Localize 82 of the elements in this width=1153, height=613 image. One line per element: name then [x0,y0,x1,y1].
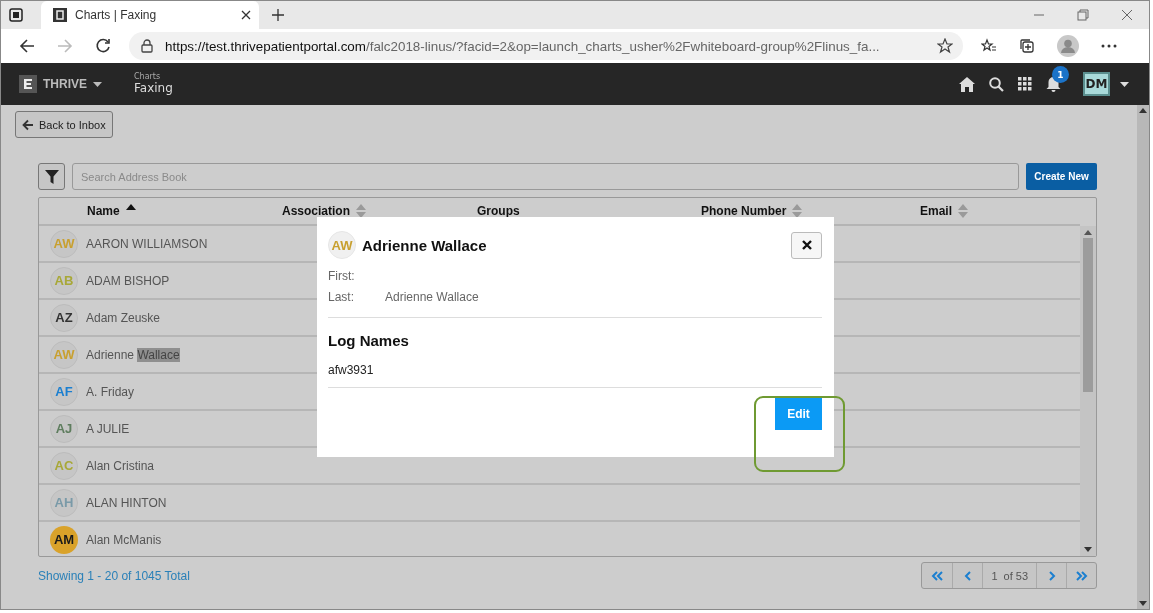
collections-icon[interactable] [1019,38,1035,54]
contact-name[interactable]: A. Friday [86,384,134,399]
create-new-button[interactable]: Create New [1026,163,1097,190]
avatar: AC [50,451,78,480]
favorite-add-icon[interactable] [937,38,953,54]
tab-actions-icon[interactable] [9,8,23,22]
contact-name[interactable]: Alan McManis [86,532,162,547]
avatar: AF [50,377,78,406]
column-header[interactable]: Email [920,204,952,218]
contact-name[interactable]: AARON WILLIAMSON [86,236,208,251]
site-logo-icon [53,8,67,22]
page-scrollbar[interactable] [1137,105,1149,609]
field-label: Last: [328,290,355,304]
avatar: AZ [50,303,78,332]
sort-icon[interactable] [792,204,803,218]
scroll-up-icon[interactable] [1139,108,1147,113]
caret-icon[interactable] [1120,81,1129,87]
table-row[interactable]: AH ALAN HINTON [39,485,1080,522]
restore-icon[interactable] [1077,9,1089,21]
search-field[interactable]: Search Address Book [72,163,1019,190]
logo-icon [19,75,37,93]
close-button[interactable] [791,231,822,259]
contact-name: Adrienne Wallace [362,236,487,254]
avatar: AW [50,340,78,369]
user-avatar[interactable]: DM [1083,72,1110,96]
edit-button[interactable]: Edit [775,398,822,430]
column-header[interactable]: Phone Number [701,204,787,218]
scroll-down-icon[interactable] [1084,547,1092,552]
avatar: AW [328,231,356,259]
scroll-up-icon[interactable] [1084,230,1092,235]
sort-icon[interactable] [356,204,366,218]
last-page-icon [1075,570,1088,581]
page-title: Faxing [134,81,173,95]
section-label: Charts [134,73,162,82]
apps-grid-icon[interactable] [1018,77,1032,91]
avatar: AB [50,266,78,295]
refresh-icon[interactable] [95,38,111,54]
scrollbar[interactable] [1080,226,1096,556]
avatar: AM [50,525,78,554]
page-count: of 53 [1003,569,1028,582]
notification-badge: 1 [1052,66,1069,83]
field-value: Adrienne Wallace [385,290,479,304]
scrollbar-thumb[interactable] [1083,238,1093,392]
column-header[interactable]: Groups [477,204,520,218]
new-tab-icon[interactable] [271,8,285,22]
avatar: AH [50,488,78,517]
home-icon[interactable] [959,76,975,92]
sort-ascending-icon[interactable] [125,204,136,210]
browser-tab[interactable]: Charts | Faxing [41,1,259,29]
back-arrow-icon [22,118,34,131]
scroll-down-icon[interactable] [1139,601,1147,606]
close-icon[interactable] [241,10,251,20]
field-label: First: [328,269,356,283]
filter-icon [44,169,59,184]
more-icon[interactable] [1101,44,1117,48]
page-number-field[interactable]: 1 [991,569,998,582]
contact-name[interactable]: ADAM BISHOP [86,273,170,288]
contact-name[interactable]: A JULIE [86,421,130,436]
filter-button[interactable] [38,163,65,190]
section-title: Log Names [328,332,410,349]
brand-menu[interactable]: THRIVE [19,75,102,93]
address-field[interactable]: https://test.thrivepatientportal.com/falc2018-linus/?facid=2&op=launch_charts_usher%2Fwhiteboard-group%2Flinus_fa... [129,32,963,60]
back-button[interactable]: Back to Inbox [15,111,113,138]
contact-name[interactable]: Adam Zeuske [86,310,161,325]
search-icon[interactable] [989,76,1004,92]
contact-name[interactable]: ALAN HINTON [86,495,167,510]
results-summary: Showing 1 - 20 of 1045 Total [38,568,190,583]
caret-icon [93,81,102,87]
log-name: afw3931 [328,363,375,377]
first-page-icon [931,570,944,581]
avatar: AJ [50,414,78,443]
column-header[interactable]: Name [87,204,120,218]
avatar: AW [50,229,78,258]
close-icon [801,240,812,250]
lock-icon [141,39,153,53]
profile-icon[interactable] [1057,35,1079,57]
contact-name[interactable]: Adrienne Wallace [86,347,180,362]
favorites-icon[interactable] [981,38,997,54]
contact-name[interactable]: Alan Cristina [86,458,155,473]
tab-title: Charts | Faxing [75,8,158,22]
back-arrow-icon[interactable] [19,38,35,54]
column-header[interactable]: Association [282,204,350,218]
